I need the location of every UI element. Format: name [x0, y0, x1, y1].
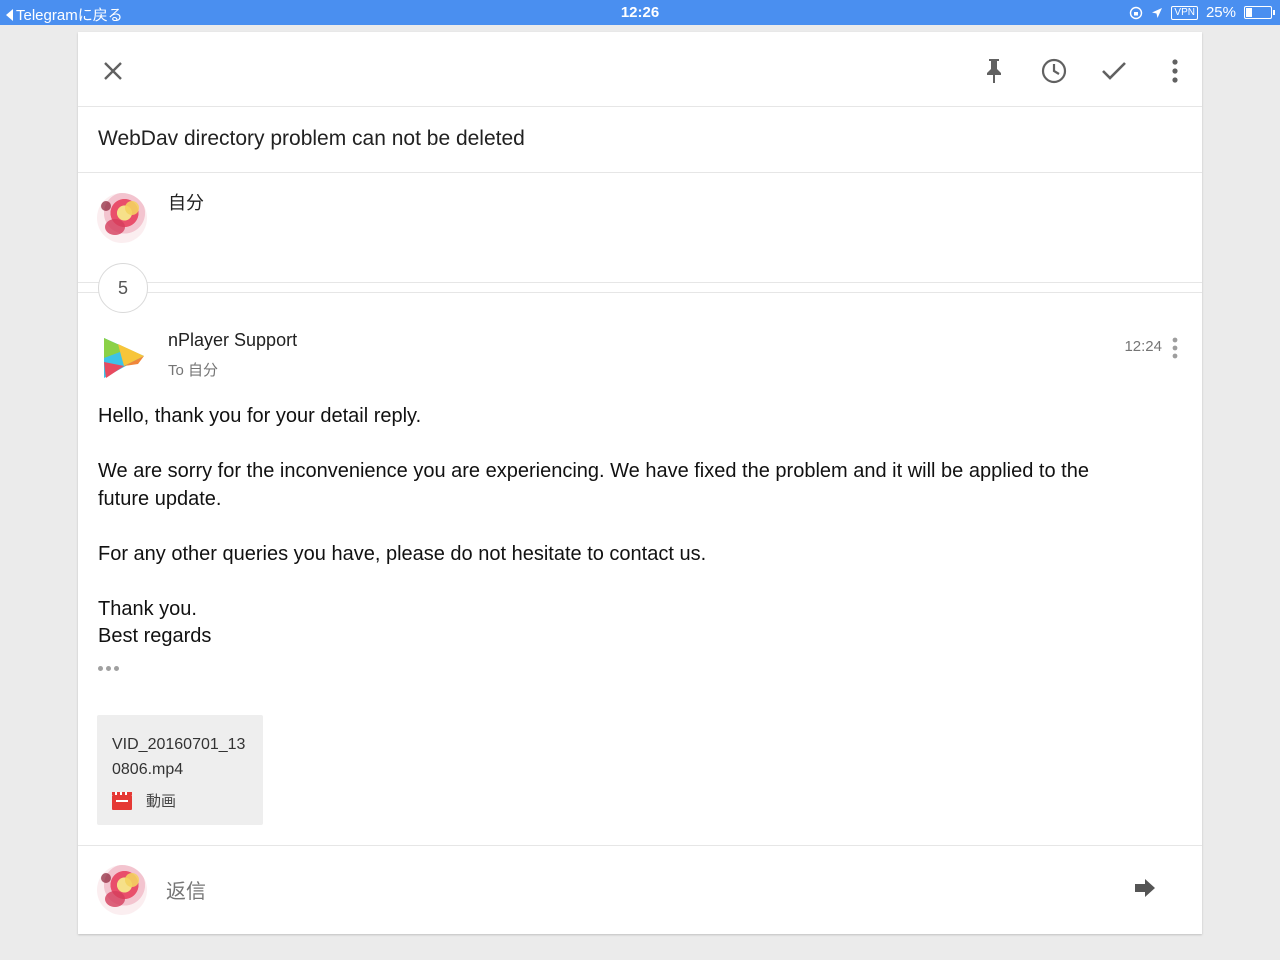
message-time: 12:24	[1124, 338, 1162, 355]
email-card: WebDav directory problem can not be dele…	[78, 32, 1202, 934]
sender-name[interactable]: nPlayer Support	[168, 330, 297, 351]
body-line: Thank you.	[98, 597, 197, 620]
status-time: 12:26	[620, 4, 660, 21]
message-body: Hello, thank you for your detail reply. …	[98, 403, 1138, 651]
pin-icon	[987, 59, 1001, 83]
battery-icon	[1244, 6, 1275, 19]
show-quoted-text-button[interactable]	[98, 666, 119, 671]
done-button[interactable]	[1099, 56, 1129, 86]
status-indicators: VPN 25%	[1129, 4, 1275, 21]
forward-arrow-icon	[1135, 879, 1155, 897]
battery-percent: 25%	[1205, 4, 1236, 21]
status-bar: Telegramに戻る 12:26 VPN 25%	[0, 0, 1280, 25]
reply-divider	[78, 845, 1202, 846]
rotation-lock-icon	[1130, 6, 1143, 19]
more-vert-icon	[1172, 59, 1178, 83]
sender-avatar[interactable]	[98, 332, 148, 382]
body-line: Hello, thank you for your detail reply.	[98, 405, 422, 427]
toolbar	[78, 32, 1202, 107]
nplayer-logo-icon	[104, 338, 144, 378]
recipient-line[interactable]: To 自分	[168, 359, 218, 380]
close-icon	[104, 62, 122, 80]
attachment-type-row: 動画	[112, 790, 176, 811]
attachment-card[interactable]: VID_20160701_130806.mp4 動画	[97, 715, 263, 825]
subject-divider	[78, 172, 1202, 173]
more-vert-icon	[1172, 337, 1178, 359]
snooze-button[interactable]	[1039, 56, 1069, 86]
collapsed-count-button[interactable]: 5	[98, 263, 148, 313]
my-avatar	[97, 865, 147, 915]
stack-divider-top	[78, 282, 1202, 283]
close-button[interactable]	[98, 56, 128, 86]
battery-fill	[1246, 8, 1252, 17]
body-line: Best regards	[98, 625, 212, 647]
pin-button[interactable]	[979, 56, 1009, 86]
more-options-button[interactable]	[1160, 56, 1190, 86]
body-line: We are sorry for the inconvenience you a…	[98, 460, 1089, 510]
forward-button[interactable]	[1130, 873, 1160, 903]
body-line: For any other queries you have, please d…	[98, 542, 707, 565]
check-icon	[1102, 62, 1126, 80]
email-subject: WebDav directory problem can not be dele…	[98, 127, 525, 150]
my-avatar[interactable]	[97, 193, 147, 243]
collapsed-sender[interactable]: 自分	[168, 189, 204, 215]
stack-divider-bottom	[78, 292, 1202, 293]
attachment-name: VID_20160701_130806.mp4	[112, 736, 246, 778]
attachment-type: 動画	[146, 793, 177, 810]
reply-field[interactable]: 返信	[166, 875, 206, 904]
clock-icon	[1041, 58, 1067, 84]
location-icon	[1152, 7, 1163, 18]
vpn-badge: VPN	[1171, 5, 1198, 20]
video-file-icon	[112, 791, 132, 810]
message-more-button[interactable]	[1168, 336, 1182, 360]
